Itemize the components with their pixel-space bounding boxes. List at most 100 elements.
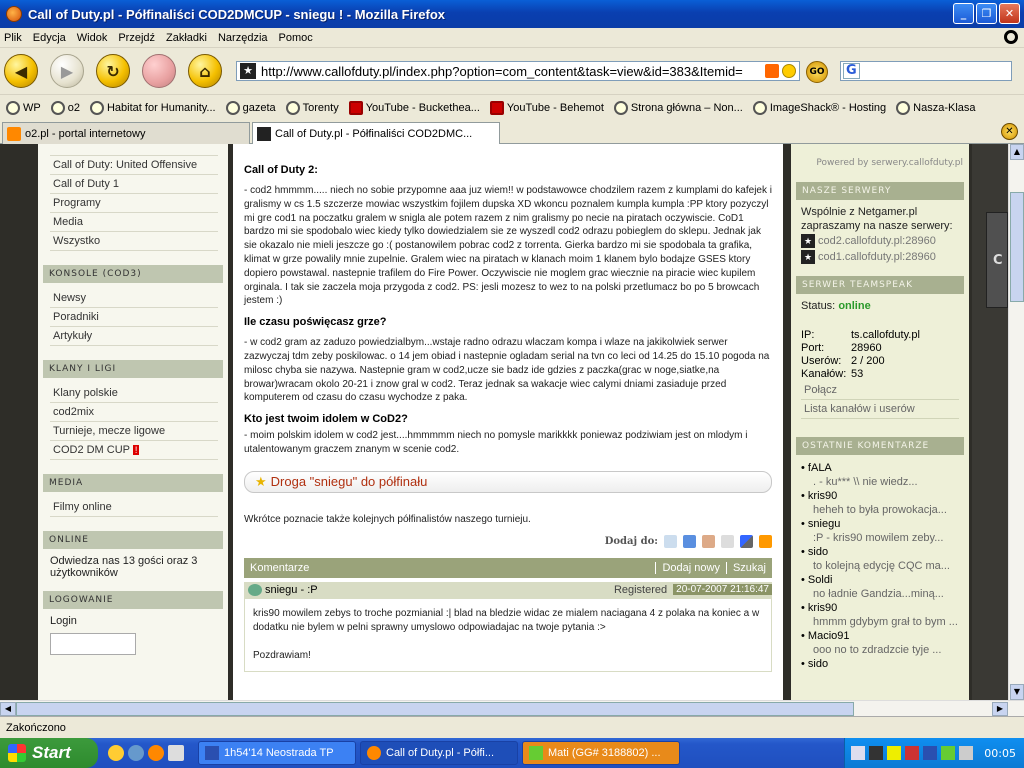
list-item[interactable]: fALA. - ku*** \\ nie wiedz... xyxy=(801,461,959,489)
vertical-scrollbar[interactable]: ▲ ▼ xyxy=(1008,144,1024,700)
question-heading: Ile czasu poświęcasz grze? xyxy=(244,316,387,329)
bookmark-item[interactable]: Habitat for Humanity... xyxy=(89,100,216,115)
rss-icon[interactable] xyxy=(765,64,779,78)
restore-button[interactable]: ❐ xyxy=(976,3,997,24)
furl-icon[interactable] xyxy=(721,534,734,548)
task-neostrada[interactable]: 1h54'14 Neostrada TP xyxy=(198,741,356,765)
users-icon xyxy=(248,583,262,596)
navigation-toolbar: ◀ ▶ ↻ ■ ⌂ ★ http://www.callofduty.pl/ind… xyxy=(0,48,1024,94)
server-link[interactable]: ★ cod2.callofduty.pl:28960 xyxy=(801,234,959,248)
nav-link[interactable]: Wszystko xyxy=(50,232,218,251)
minimize-button[interactable]: _ xyxy=(953,3,974,24)
bookmark-item[interactable]: YouTube - Behemot xyxy=(489,100,604,115)
list-item[interactable]: sniegu:P - kris90 mowilem zeby... xyxy=(801,517,959,545)
scroll-thumb[interactable] xyxy=(1010,192,1024,302)
nav-link[interactable]: Filmy online xyxy=(50,498,218,517)
reload-button[interactable]: ↻ xyxy=(96,54,130,88)
windows-logo-icon xyxy=(8,744,26,762)
bookmark-item[interactable]: o2 xyxy=(50,100,80,115)
bookmark-item[interactable]: Torenty xyxy=(285,100,339,115)
menu-plik[interactable]: Plik xyxy=(4,32,22,44)
scroll-down-button[interactable]: ▼ xyxy=(1010,684,1024,700)
nav-link[interactable]: Media xyxy=(50,213,218,232)
bookmarks-toolbar: WP o2 Habitat for Humanity... gazeta Tor… xyxy=(0,94,1024,120)
list-item[interactable]: kris90hmmm gdybym grał to bym ... xyxy=(801,601,959,629)
nav-link[interactable]: Artykuły xyxy=(50,327,218,346)
bookmark-item[interactable]: WP xyxy=(6,100,41,115)
network-icon[interactable] xyxy=(851,746,865,760)
menu-przejdz[interactable]: Przejdź xyxy=(118,32,155,44)
delicious-icon[interactable] xyxy=(740,534,753,548)
quicklaunch-icon[interactable] xyxy=(108,745,124,761)
stop-button[interactable]: ■ xyxy=(142,54,176,88)
start-button[interactable]: Start xyxy=(0,738,98,768)
task-gg[interactable]: Mati (GG# 3188802) ... xyxy=(522,741,680,765)
bookmark-item[interactable]: ImageShack® - Hosting xyxy=(752,100,886,115)
blinklist-icon[interactable] xyxy=(759,534,772,548)
scroll-left-button[interactable]: ◀ xyxy=(0,702,16,716)
add-comment-link[interactable]: Dodaj nowy xyxy=(655,561,725,574)
forward-button[interactable]: ▶ xyxy=(50,54,84,88)
hscroll-thumb[interactable] xyxy=(16,702,854,716)
desktop-icon[interactable] xyxy=(168,745,184,761)
cod-server-icon: ★ xyxy=(801,234,815,248)
gg-tray-icon[interactable] xyxy=(941,746,955,760)
tray-app-icon[interactable] xyxy=(905,746,919,760)
right-decoration: C xyxy=(972,144,1008,700)
scroll-right-button[interactable]: ▶ xyxy=(992,702,1008,716)
wykop-icon[interactable] xyxy=(664,534,677,548)
digg-icon[interactable] xyxy=(702,534,715,548)
media-player-icon[interactable] xyxy=(128,745,144,761)
bookmark-item[interactable]: Strona główna – Non... xyxy=(613,100,743,115)
nav-link-cup[interactable]: COD2 DM CUP ! xyxy=(50,441,218,460)
task-firefox[interactable]: Call of Duty.pl - Półfi... xyxy=(360,741,518,765)
firefox-quicklaunch-icon[interactable] xyxy=(148,745,164,761)
scroll-up-button[interactable]: ▲ xyxy=(1010,144,1024,160)
nav-link[interactable]: Newsy xyxy=(50,289,218,308)
tab-o2[interactable]: o2.pl - portal internetowy xyxy=(2,122,250,144)
menu-edycja[interactable]: Edycja xyxy=(33,32,66,44)
search-input[interactable]: G xyxy=(840,61,1012,81)
close-tab-button[interactable]: ✕ xyxy=(1001,123,1018,140)
nav-link[interactable]: cod2mix xyxy=(50,403,218,422)
nav-link[interactable]: Programy xyxy=(50,194,218,213)
home-button[interactable]: ⌂ xyxy=(188,54,222,88)
tp-tray-icon[interactable] xyxy=(923,746,937,760)
tray-app-icon[interactable] xyxy=(887,746,901,760)
go-button[interactable]: GO xyxy=(806,61,828,83)
section-header: MEDIA xyxy=(43,474,223,492)
tray-app-icon[interactable] xyxy=(869,746,883,760)
nav-link[interactable]: Poradniki xyxy=(50,308,218,327)
search-comments-link[interactable]: Szukaj xyxy=(725,561,772,574)
comments-bar: Komentarze Dodaj nowy Szukaj xyxy=(244,557,772,578)
horizontal-scrollbar[interactable]: ◀ ▶ xyxy=(0,700,1024,716)
list-item[interactable]: kris90heheh to była prowokacja... xyxy=(801,489,959,517)
nav-link[interactable]: Turnieje, mecze ligowe xyxy=(50,422,218,441)
url-bar[interactable]: ★ http://www.callofduty.pl/index.php?opt… xyxy=(236,61,800,81)
menu-widok[interactable]: Widok xyxy=(77,32,108,44)
url-dropdown-icon[interactable] xyxy=(782,64,796,78)
bookmark-item[interactable]: gazeta xyxy=(225,100,276,115)
menu-narzedzia[interactable]: Narzędzia xyxy=(218,32,268,44)
nav-link[interactable]: Call of Duty 1 xyxy=(50,175,218,194)
list-item[interactable]: Soldino ładnie Gandzia...miną... xyxy=(801,573,959,601)
list-item[interactable]: sido xyxy=(801,657,959,671)
menu-zakladki[interactable]: Zakładki xyxy=(166,32,207,44)
google-search-icon[interactable]: G xyxy=(843,63,860,79)
bookmark-item[interactable]: Nasza-Klasa xyxy=(896,100,976,115)
list-item[interactable]: Macio91ooo no to zdradzcie tyje ... xyxy=(801,629,959,657)
ts-connect-link[interactable]: Połącz xyxy=(801,381,959,400)
tab-callofduty[interactable]: Call of Duty.pl - Półfinaliści COD2DMC..… xyxy=(252,122,500,145)
login-input[interactable] xyxy=(50,633,136,655)
google-bookmark-icon[interactable] xyxy=(683,534,696,548)
list-item[interactable]: sidoto kolejną edycję CQC ma... xyxy=(801,545,959,573)
bookmark-item[interactable]: YouTube - Bucketheа... xyxy=(348,100,480,115)
ts-channel-list-link[interactable]: Lista kanałów i userów xyxy=(801,400,959,419)
back-button[interactable]: ◀ xyxy=(4,54,38,88)
close-window-button[interactable]: ✕ xyxy=(999,3,1020,24)
nav-link[interactable]: Call of Duty: United Offensive xyxy=(50,156,218,175)
volume-icon[interactable] xyxy=(959,746,973,760)
server-link[interactable]: ★ cod1.callofduty.pl:28960 xyxy=(801,250,959,264)
nav-link[interactable]: Klany polskie xyxy=(50,384,218,403)
menu-pomoc[interactable]: Pomoc xyxy=(279,32,313,44)
